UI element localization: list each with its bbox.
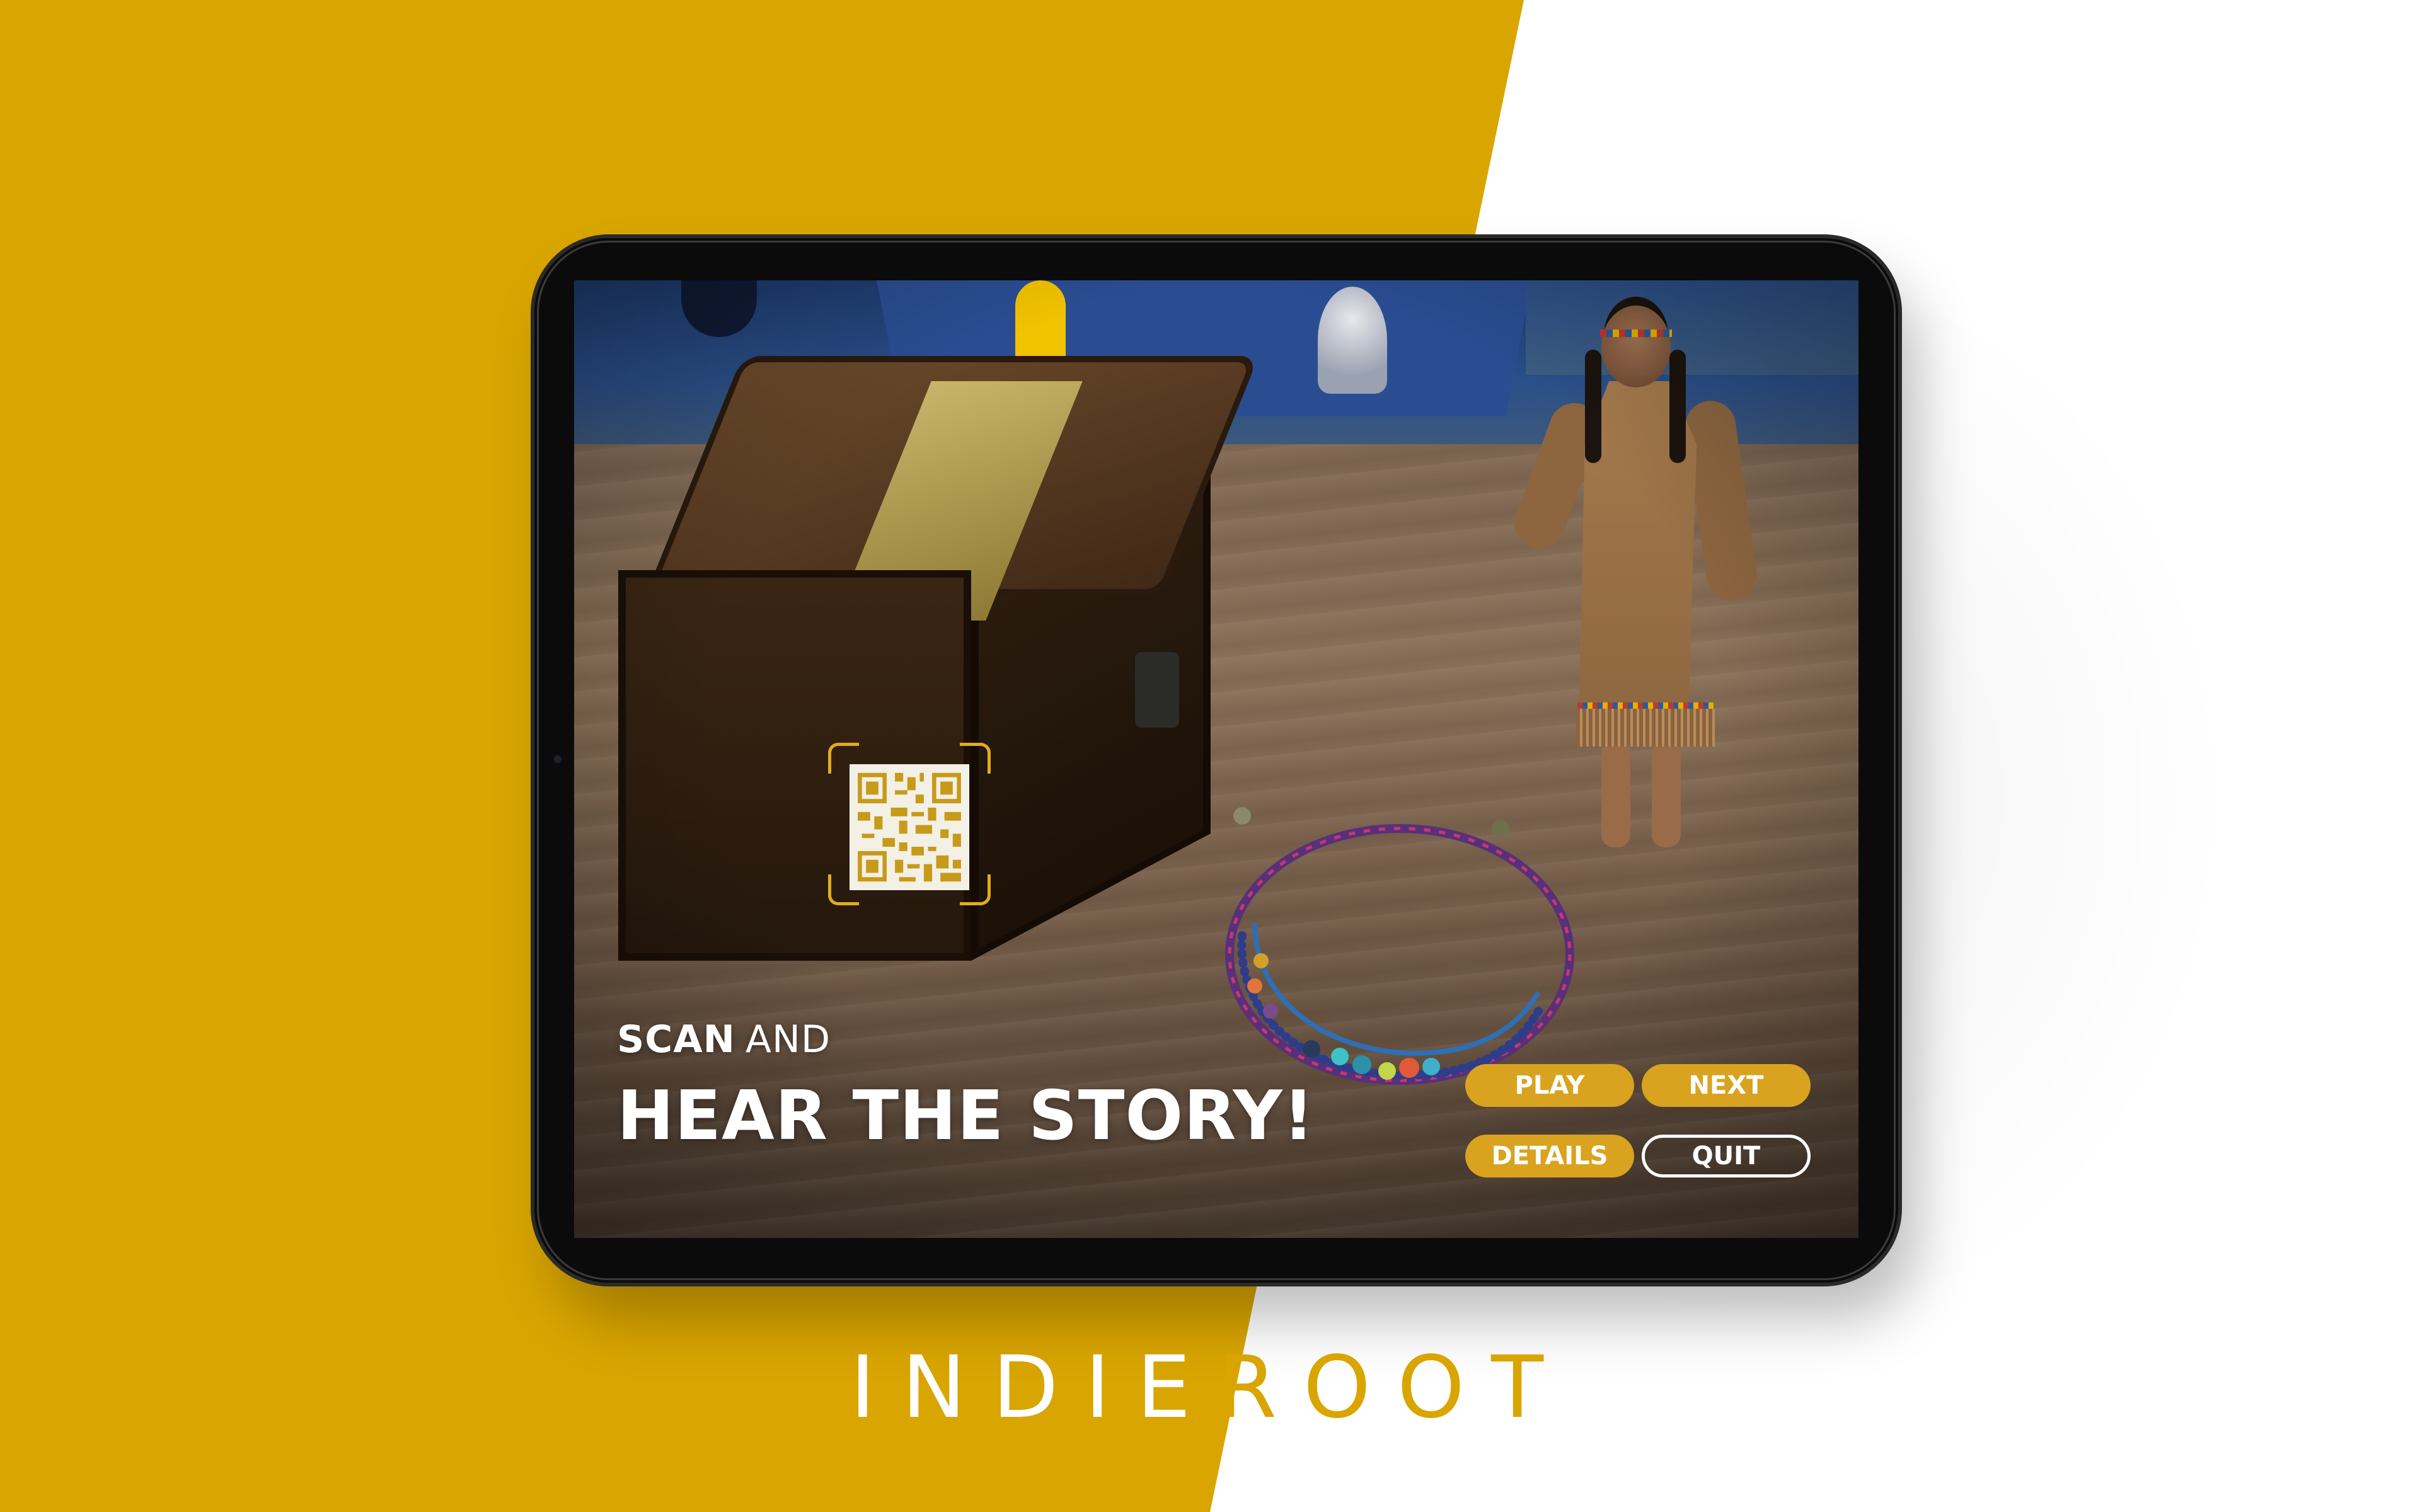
figure-braid-left <box>1585 350 1601 463</box>
qr-scan-frame[interactable] <box>828 743 991 905</box>
figure-head <box>1601 306 1671 387</box>
chest-clasp <box>1135 652 1179 728</box>
play-button[interactable]: PLAY <box>1465 1064 1634 1107</box>
scan-instruction: SCAN AND <box>617 1021 1315 1058</box>
figure-braid-right <box>1669 350 1686 463</box>
and-label: AND <box>745 1017 831 1062</box>
qr-code-icon <box>850 764 969 890</box>
figure-dress-fringe <box>1576 709 1715 747</box>
ar-character-figure <box>1507 306 1760 860</box>
tablet-device: SCAN AND HEAR THE STORY! PLAY NEXT DETAIL… <box>534 238 1898 1283</box>
figure-leg-left <box>1601 740 1630 847</box>
brand-logo: INDIEROOT <box>0 1345 2420 1431</box>
yellow-toy-figure <box>1015 280 1066 369</box>
quit-button[interactable]: QUIT <box>1642 1135 1811 1177</box>
instruction-overlay: SCAN AND HEAR THE STORY! <box>617 1021 1315 1150</box>
figure-headband <box>1600 329 1672 337</box>
figure-leg-right <box>1652 740 1681 847</box>
silver-toy-figure <box>1318 287 1387 394</box>
brand-indie: INDIE <box>850 1338 1218 1438</box>
scan-label: SCAN <box>617 1017 735 1062</box>
ar-camera-view[interactable]: SCAN AND HEAR THE STORY! PLAY NEXT DETAIL… <box>574 280 1858 1238</box>
brand-root: ROOT <box>1217 1338 1570 1438</box>
next-button[interactable]: NEXT <box>1642 1064 1811 1107</box>
headline-hear-the-story: HEAR THE STORY! <box>617 1077 1315 1155</box>
details-button[interactable]: DETAILS <box>1465 1135 1634 1177</box>
front-camera-icon <box>552 753 563 765</box>
